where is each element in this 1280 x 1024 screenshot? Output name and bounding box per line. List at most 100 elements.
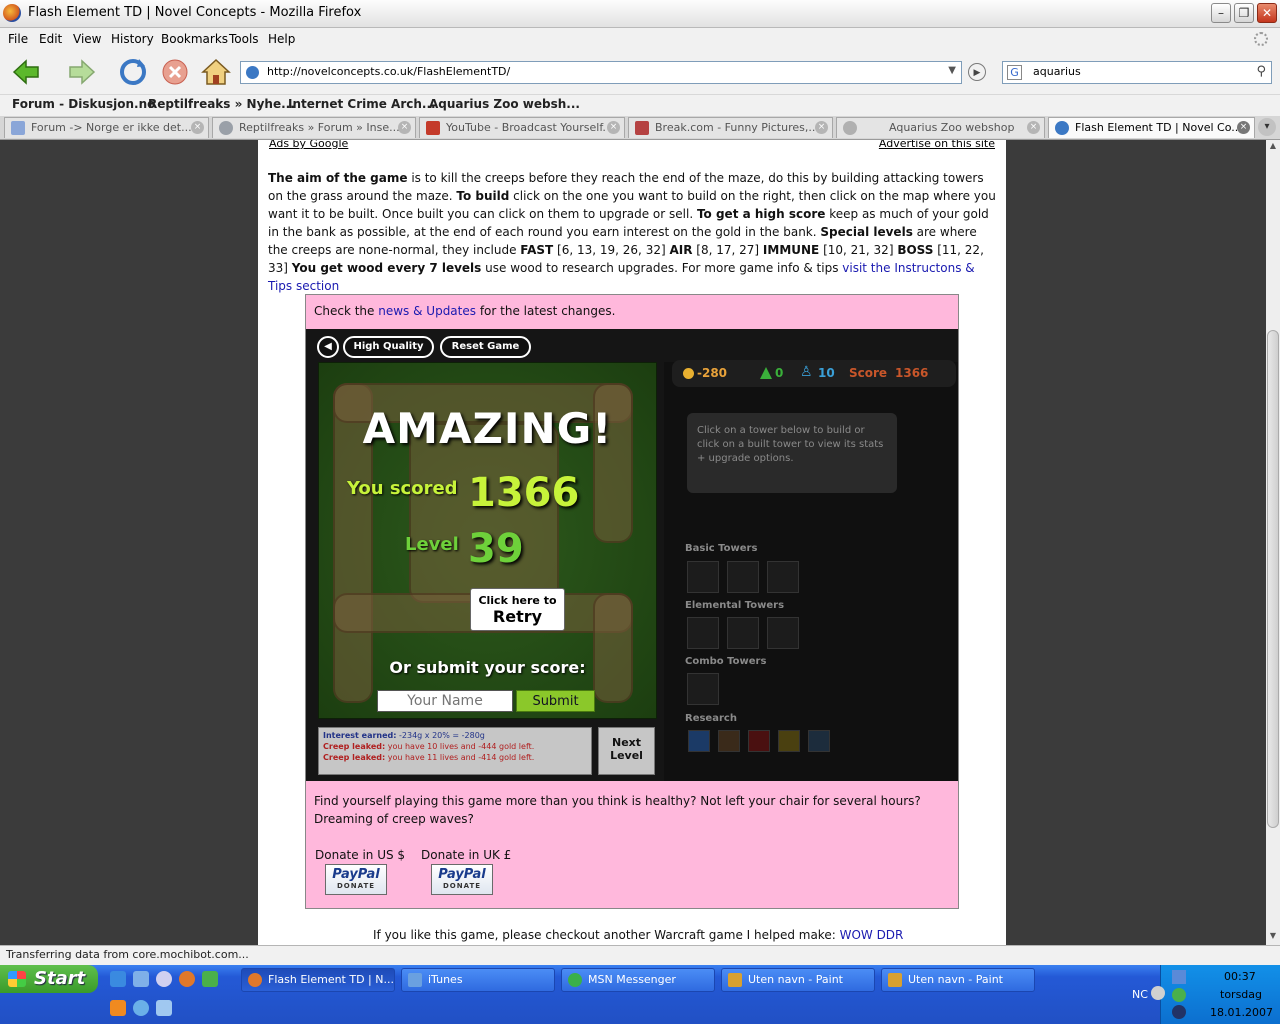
task-paint-1[interactable]: Uten navn - Paint (721, 968, 875, 992)
search-input[interactable] (1031, 64, 1255, 79)
go-button[interactable]: ▶ (968, 63, 986, 81)
firefox-icon (3, 4, 21, 22)
task-msn[interactable]: MSN Messenger (561, 968, 715, 992)
research-slot[interactable] (808, 730, 830, 752)
tab-close-icon[interactable]: × (607, 121, 620, 134)
tab-list-button[interactable]: ▾ (1258, 118, 1276, 136)
tab-forum[interactable]: Forum -> Norge er ikke det... × (4, 117, 209, 138)
task-paint-2[interactable]: Uten navn - Paint (881, 968, 1035, 992)
donate-uk-label: Donate in UK £ (421, 848, 512, 862)
bookmark-item[interactable]: Internet Crime Arch... (288, 97, 436, 111)
tab-flash-element-td[interactable]: Flash Element TD | Novel Co... × (1048, 117, 1255, 138)
tab-label: Break.com - Funny Pictures,... (655, 121, 819, 134)
quicklaunch-itunes-icon[interactable] (156, 1000, 172, 1016)
quicklaunch-search-icon[interactable] (133, 1000, 149, 1016)
retry-button[interactable]: Click here to Retry (470, 588, 565, 631)
menu-history[interactable]: History (111, 32, 154, 46)
elemental-tower-slot[interactable] (767, 617, 799, 649)
tab-youtube[interactable]: YouTube - Broadcast Yourself. × (419, 117, 625, 138)
address-bar[interactable]: ▼ (240, 61, 962, 84)
url-dropdown-icon[interactable]: ▼ (948, 65, 956, 76)
clock-time[interactable]: 00:37 (1224, 970, 1256, 983)
menu-edit[interactable]: Edit (39, 32, 62, 46)
close-button[interactable]: ✕ (1257, 3, 1277, 23)
quicklaunch-msn-icon[interactable] (202, 971, 218, 987)
search-bar[interactable]: G ⚲ (1002, 61, 1272, 84)
maximize-button[interactable]: ❐ (1234, 3, 1254, 23)
quicklaunch-firefox-icon[interactable] (179, 971, 195, 987)
tab-reptilfreaks[interactable]: Reptilfreaks » Forum » Inse... × (212, 117, 416, 138)
paypal-logo-text: PayPal (332, 867, 380, 882)
basic-tower-slot[interactable] (727, 561, 759, 593)
task-firefox[interactable]: Flash Element TD | N... (241, 968, 395, 992)
bookmark-item[interactable]: Reptilfreaks » Nyhe... (148, 97, 295, 111)
tab-break[interactable]: Break.com - Funny Pictures,... × (628, 117, 833, 138)
elemental-towers-label: Elemental Towers (685, 600, 785, 611)
quicklaunch-media-icon[interactable] (156, 971, 172, 987)
advertise-link[interactable]: Advertise on this site (879, 140, 995, 150)
tray-network-icon[interactable] (1172, 970, 1186, 984)
reset-game-button[interactable]: Reset Game (440, 336, 531, 358)
ads-by-google-link[interactable]: Ads by Google (269, 140, 348, 150)
task-itunes[interactable]: iTunes (401, 968, 555, 992)
quicklaunch-vlc-icon[interactable] (110, 1000, 126, 1016)
reload-button[interactable] (117, 57, 149, 87)
menu-bookmarks[interactable]: Bookmarks (161, 32, 228, 46)
tab-close-icon[interactable]: × (1237, 121, 1250, 134)
language-indicator[interactable]: NC (1132, 988, 1148, 1001)
combo-tower-slot[interactable] (687, 673, 719, 705)
research-slot[interactable] (688, 730, 710, 752)
research-slot[interactable] (748, 730, 770, 752)
tab-close-icon[interactable]: × (398, 121, 411, 134)
tab-close-icon[interactable]: × (815, 121, 828, 134)
scroll-thumb[interactable] (1267, 330, 1279, 828)
home-button[interactable] (200, 57, 232, 87)
quicklaunch-desktop-icon[interactable] (133, 971, 149, 987)
bookmark-item[interactable]: Aquarius Zoo websh... (429, 97, 580, 111)
tray-msn-icon[interactable] (1172, 988, 1186, 1002)
submit-score-button[interactable]: Submit (516, 690, 595, 712)
quicklaunch-ie-icon[interactable] (110, 971, 126, 987)
bookmark-item[interactable]: Forum - Diskusjon.no (12, 97, 155, 111)
high-quality-button[interactable]: High Quality (343, 336, 434, 358)
stop-button[interactable] (159, 57, 191, 87)
donate-pitch: Find yourself playing this game more tha… (314, 794, 921, 826)
scroll-up-icon[interactable]: ▲ (1267, 141, 1279, 153)
news-updates-link[interactable]: news & Updates (378, 304, 476, 318)
start-button[interactable]: Start (0, 965, 98, 993)
globe-favicon-icon (1055, 121, 1069, 135)
scroll-down-icon[interactable]: ▼ (1267, 931, 1279, 943)
research-slot[interactable] (718, 730, 740, 752)
wow-ddr-link[interactable]: WOW DDR (840, 928, 904, 942)
basic-tower-slot[interactable] (687, 561, 719, 593)
paypal-donate-us-button[interactable]: PayPal DONATE (325, 864, 387, 895)
basic-tower-slot[interactable] (767, 561, 799, 593)
tab-close-icon[interactable]: × (191, 121, 204, 134)
task-label: iTunes (428, 973, 463, 986)
sound-toggle-button[interactable]: ◀ (317, 336, 339, 358)
tab-aquarius[interactable]: Aquarius Zoo webshop × (836, 117, 1045, 138)
paypal-donate-uk-button[interactable]: PayPal DONATE (431, 864, 493, 895)
elemental-tower-slot[interactable] (687, 617, 719, 649)
research-slot[interactable] (778, 730, 800, 752)
clock-date: 18.01.2007 (1210, 1006, 1273, 1019)
back-button[interactable] (10, 57, 42, 87)
next-level-button[interactable]: Next Level (598, 727, 655, 775)
tray-collapse-icon[interactable] (1151, 986, 1165, 1000)
tray-app-icon[interactable] (1172, 1005, 1186, 1019)
gold-icon (683, 368, 694, 379)
minimize-button[interactable]: – (1211, 3, 1231, 23)
gold-stat: -280 (697, 366, 728, 380)
loading-throbber-icon (1254, 32, 1268, 46)
menu-help[interactable]: Help (268, 32, 295, 46)
url-input[interactable] (265, 64, 939, 79)
search-icon[interactable]: ⚲ (1256, 64, 1266, 79)
menu-file[interactable]: File (8, 32, 28, 46)
menu-view[interactable]: View (73, 32, 101, 46)
elemental-tower-slot[interactable] (727, 617, 759, 649)
forward-button[interactable] (66, 57, 98, 87)
google-engine-icon[interactable]: G (1007, 65, 1022, 80)
menu-tools[interactable]: Tools (229, 32, 259, 46)
tab-close-icon[interactable]: × (1027, 121, 1040, 134)
name-input[interactable] (377, 690, 513, 712)
